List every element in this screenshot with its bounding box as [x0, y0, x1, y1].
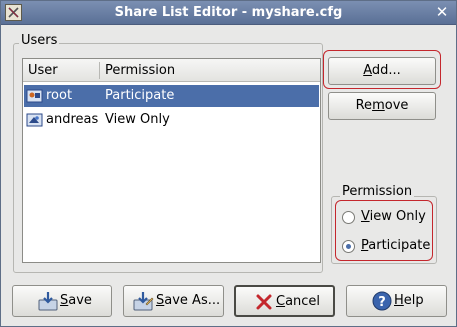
- title-bar[interactable]: Share List Editor - myshare.cfg ✕: [1, 1, 456, 25]
- remove-button[interactable]: Remove: [328, 92, 436, 120]
- remove-label-rest: ove: [384, 98, 409, 113]
- list-header: User Permission: [23, 59, 320, 82]
- column-separator: [99, 62, 100, 79]
- save-icon: [38, 292, 58, 311]
- participate-label[interactable]: Participate: [361, 238, 430, 253]
- view-only-label-rest: iew Only: [369, 209, 426, 224]
- table-row[interactable]: andreas View Only: [24, 109, 319, 131]
- svg-text:?: ?: [378, 295, 386, 310]
- save-button[interactable]: Save: [12, 285, 112, 317]
- users-group-label: Users: [19, 33, 60, 48]
- window-title: Share List Editor - myshare.cfg: [114, 5, 343, 20]
- column-header-user[interactable]: User: [28, 63, 58, 78]
- cancel-label: Cancel: [276, 294, 321, 309]
- help-icon: ?: [372, 291, 392, 311]
- user-icon: [26, 89, 43, 103]
- users-list[interactable]: User Permission root Participate andreas…: [22, 58, 321, 263]
- add-label-rest: dd...: [371, 63, 401, 78]
- share-list-editor-window: Share List Editor - myshare.cfg ✕ Users …: [0, 0, 457, 327]
- close-icon[interactable]: ✕: [434, 4, 450, 20]
- view-only-radio[interactable]: [342, 211, 355, 224]
- save-as-icon: [133, 292, 154, 311]
- user-permission: View Only: [105, 112, 170, 127]
- column-header-permission[interactable]: Permission: [105, 63, 175, 78]
- user-icon: [26, 113, 43, 127]
- add-mnemonic: A: [363, 63, 372, 78]
- remove-label-pre: Re: [355, 98, 373, 113]
- remove-mnemonic: m: [372, 98, 385, 113]
- view-only-mnemonic: V: [361, 209, 370, 224]
- cancel-icon: [256, 294, 272, 310]
- save-label: Save: [60, 293, 92, 308]
- help-label: Help: [394, 293, 424, 308]
- participate-label-rest: articipate: [368, 238, 431, 253]
- view-only-label[interactable]: View Only: [361, 209, 426, 224]
- save-as-button[interactable]: Save As...: [123, 285, 224, 317]
- participate-radio[interactable]: [342, 240, 355, 253]
- user-name: andreas: [46, 112, 99, 127]
- save-as-label: Save As...: [156, 293, 221, 308]
- cancel-button[interactable]: Cancel: [234, 285, 335, 317]
- table-row[interactable]: root Participate: [24, 85, 319, 107]
- add-button[interactable]: Add...: [328, 57, 436, 85]
- user-name: root: [46, 88, 73, 103]
- help-button[interactable]: ? Help: [346, 285, 447, 317]
- user-permission: Participate: [105, 88, 175, 103]
- permission-group-label: Permission: [340, 184, 415, 199]
